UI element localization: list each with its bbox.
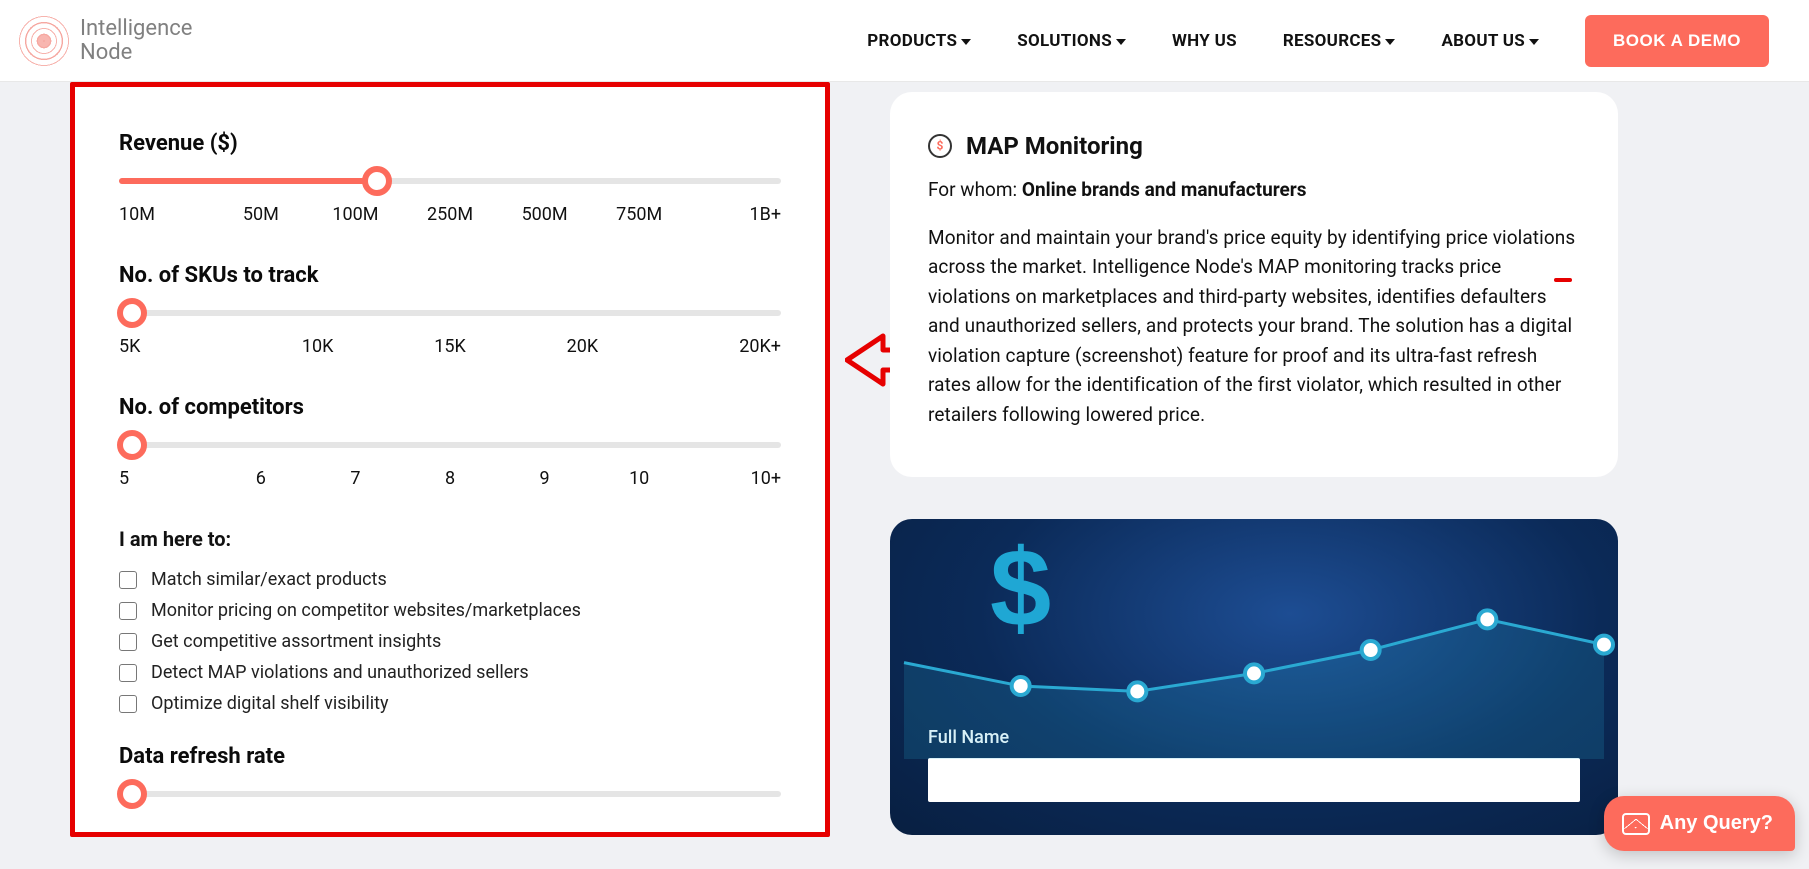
- nav-about-us-label: ABOUT US: [1441, 31, 1525, 51]
- slider-competitors: No. of competitors 567891010+: [119, 395, 781, 489]
- check-label: Match similar/exact products: [151, 569, 387, 590]
- nav-resources-label: RESOURCES: [1283, 31, 1382, 51]
- map-price-icon: [928, 134, 952, 158]
- info-for-whom: For whom: Online brands and manufacturer…: [928, 178, 1580, 201]
- slider-competitors-track[interactable]: [119, 442, 781, 448]
- site-header: Intelligence Node PRODUCTS SOLUTIONS WHY…: [0, 0, 1809, 82]
- chevron-down-icon: [1385, 39, 1395, 45]
- checkbox[interactable]: [119, 695, 137, 713]
- slider-refresh-label: Data refresh rate: [119, 744, 781, 769]
- slider-tick: 5: [119, 468, 214, 489]
- slider-skus: No. of SKUs to track 5K10K15K20K20K+: [119, 263, 781, 357]
- sparkline-chart: [890, 559, 1618, 759]
- check-label: Optimize digital shelf visibility: [151, 693, 389, 714]
- slider-revenue-label: Revenue ($): [119, 131, 781, 156]
- nav-why-us[interactable]: WHY US: [1172, 31, 1237, 51]
- slider-tick: 750M: [592, 204, 687, 225]
- nav-resources[interactable]: RESOURCES: [1283, 31, 1396, 51]
- check-label: Monitor pricing on competitor websites/m…: [151, 600, 581, 621]
- check-row[interactable]: Get competitive assortment insights: [119, 631, 781, 652]
- nav-products[interactable]: PRODUCTS: [867, 31, 971, 51]
- brand-line1: Intelligence: [80, 17, 192, 40]
- slider-skus-ticks: 5K10K15K20K20K+: [119, 336, 781, 357]
- full-name-input[interactable]: [928, 758, 1580, 802]
- slider-tick: 250M: [403, 204, 498, 225]
- slider-tick: 20K+: [649, 336, 781, 357]
- slider-tick: 1B+: [686, 204, 781, 225]
- check-row[interactable]: Monitor pricing on competitor websites/m…: [119, 600, 781, 621]
- slider-skus-track[interactable]: [119, 310, 781, 316]
- chevron-down-icon: [1116, 39, 1126, 45]
- slider-revenue-fill: [119, 178, 377, 184]
- nav-solutions-label: SOLUTIONS: [1017, 31, 1112, 51]
- slider-tick: 10+: [686, 468, 781, 489]
- slider-revenue-ticks: 10M50M100M250M500M750M1B+: [119, 204, 781, 225]
- checks-list: Match similar/exact products Monitor pric…: [119, 569, 781, 714]
- brand-logo[interactable]: Intelligence Node: [18, 15, 192, 67]
- checkbox[interactable]: [119, 633, 137, 651]
- book-demo-button[interactable]: BOOK A DEMO: [1585, 15, 1769, 67]
- slider-skus-label: No. of SKUs to track: [119, 263, 781, 288]
- slider-competitors-ticks: 567891010+: [119, 468, 781, 489]
- check-label: Get competitive assortment insights: [151, 631, 441, 652]
- chat-widget-button[interactable]: Any Query?: [1604, 796, 1795, 851]
- slider-tick: 50M: [214, 204, 309, 225]
- checkbox[interactable]: [119, 571, 137, 589]
- chevron-down-icon: [1529, 39, 1539, 45]
- slider-revenue-thumb[interactable]: [362, 166, 392, 196]
- nav-why-us-label: WHY US: [1172, 31, 1237, 51]
- slider-refresh-track[interactable]: [119, 791, 781, 797]
- slider-tick: 10M: [119, 204, 214, 225]
- slider-competitors-thumb[interactable]: [117, 430, 147, 460]
- chevron-down-icon: [961, 39, 971, 45]
- check-row[interactable]: Optimize digital shelf visibility: [119, 693, 781, 714]
- slider-revenue-track[interactable]: [119, 178, 781, 184]
- checkbox[interactable]: [119, 602, 137, 620]
- brand-line2: Node: [80, 41, 192, 64]
- slider-refresh-thumb[interactable]: [117, 779, 147, 809]
- slider-competitors-label: No. of competitors: [119, 395, 781, 420]
- main-nav: PRODUCTS SOLUTIONS WHY US RESOURCES ABOU…: [867, 15, 1769, 67]
- slider-tick: 500M: [497, 204, 592, 225]
- checks-title: I am here to:: [119, 527, 781, 551]
- logo-mark-icon: [18, 15, 70, 67]
- slider-tick: 8: [403, 468, 498, 489]
- highlight-box: Revenue ($) 10M50M100M250M500M750M1B+ No…: [70, 82, 830, 837]
- check-label: Detect MAP violations and unauthorized s…: [151, 662, 529, 683]
- slider-tick: 20K: [516, 336, 648, 357]
- slider-tick: 10: [592, 468, 687, 489]
- info-body-text: Monitor and maintain your brand's price …: [928, 223, 1580, 429]
- nav-products-label: PRODUCTS: [867, 31, 957, 51]
- pricing-form-card: $ Full Name: [890, 519, 1618, 835]
- nav-solutions[interactable]: SOLUTIONS: [1017, 31, 1126, 51]
- calculator-card: Revenue ($) 10M50M100M250M500M750M1B+ No…: [75, 87, 825, 832]
- slider-tick: 5K: [119, 336, 251, 357]
- info-title: MAP Monitoring: [966, 132, 1143, 160]
- check-row[interactable]: Match similar/exact products: [119, 569, 781, 590]
- slider-tick: 10K: [251, 336, 383, 357]
- checkbox[interactable]: [119, 664, 137, 682]
- slider-tick: 6: [214, 468, 309, 489]
- chat-label: Any Query?: [1660, 812, 1773, 835]
- check-row[interactable]: Detect MAP violations and unauthorized s…: [119, 662, 781, 683]
- map-monitoring-card: MAP Monitoring For whom: Online brands a…: [890, 92, 1618, 477]
- brand-name: Intelligence Node: [80, 17, 192, 63]
- mail-icon: [1622, 813, 1650, 835]
- nav-about-us[interactable]: ABOUT US: [1441, 31, 1539, 51]
- slider-tick: 7: [308, 468, 403, 489]
- spellcheck-underline: [1554, 278, 1572, 282]
- slider-skus-thumb[interactable]: [117, 298, 147, 328]
- slider-tick: 100M: [308, 204, 403, 225]
- slider-tick: 9: [497, 468, 592, 489]
- slider-tick: 15K: [384, 336, 516, 357]
- for-whom-label: For whom:: [928, 178, 1022, 201]
- for-whom-value: Online brands and manufacturers: [1022, 178, 1307, 201]
- slider-revenue: Revenue ($) 10M50M100M250M500M750M1B+: [119, 131, 781, 225]
